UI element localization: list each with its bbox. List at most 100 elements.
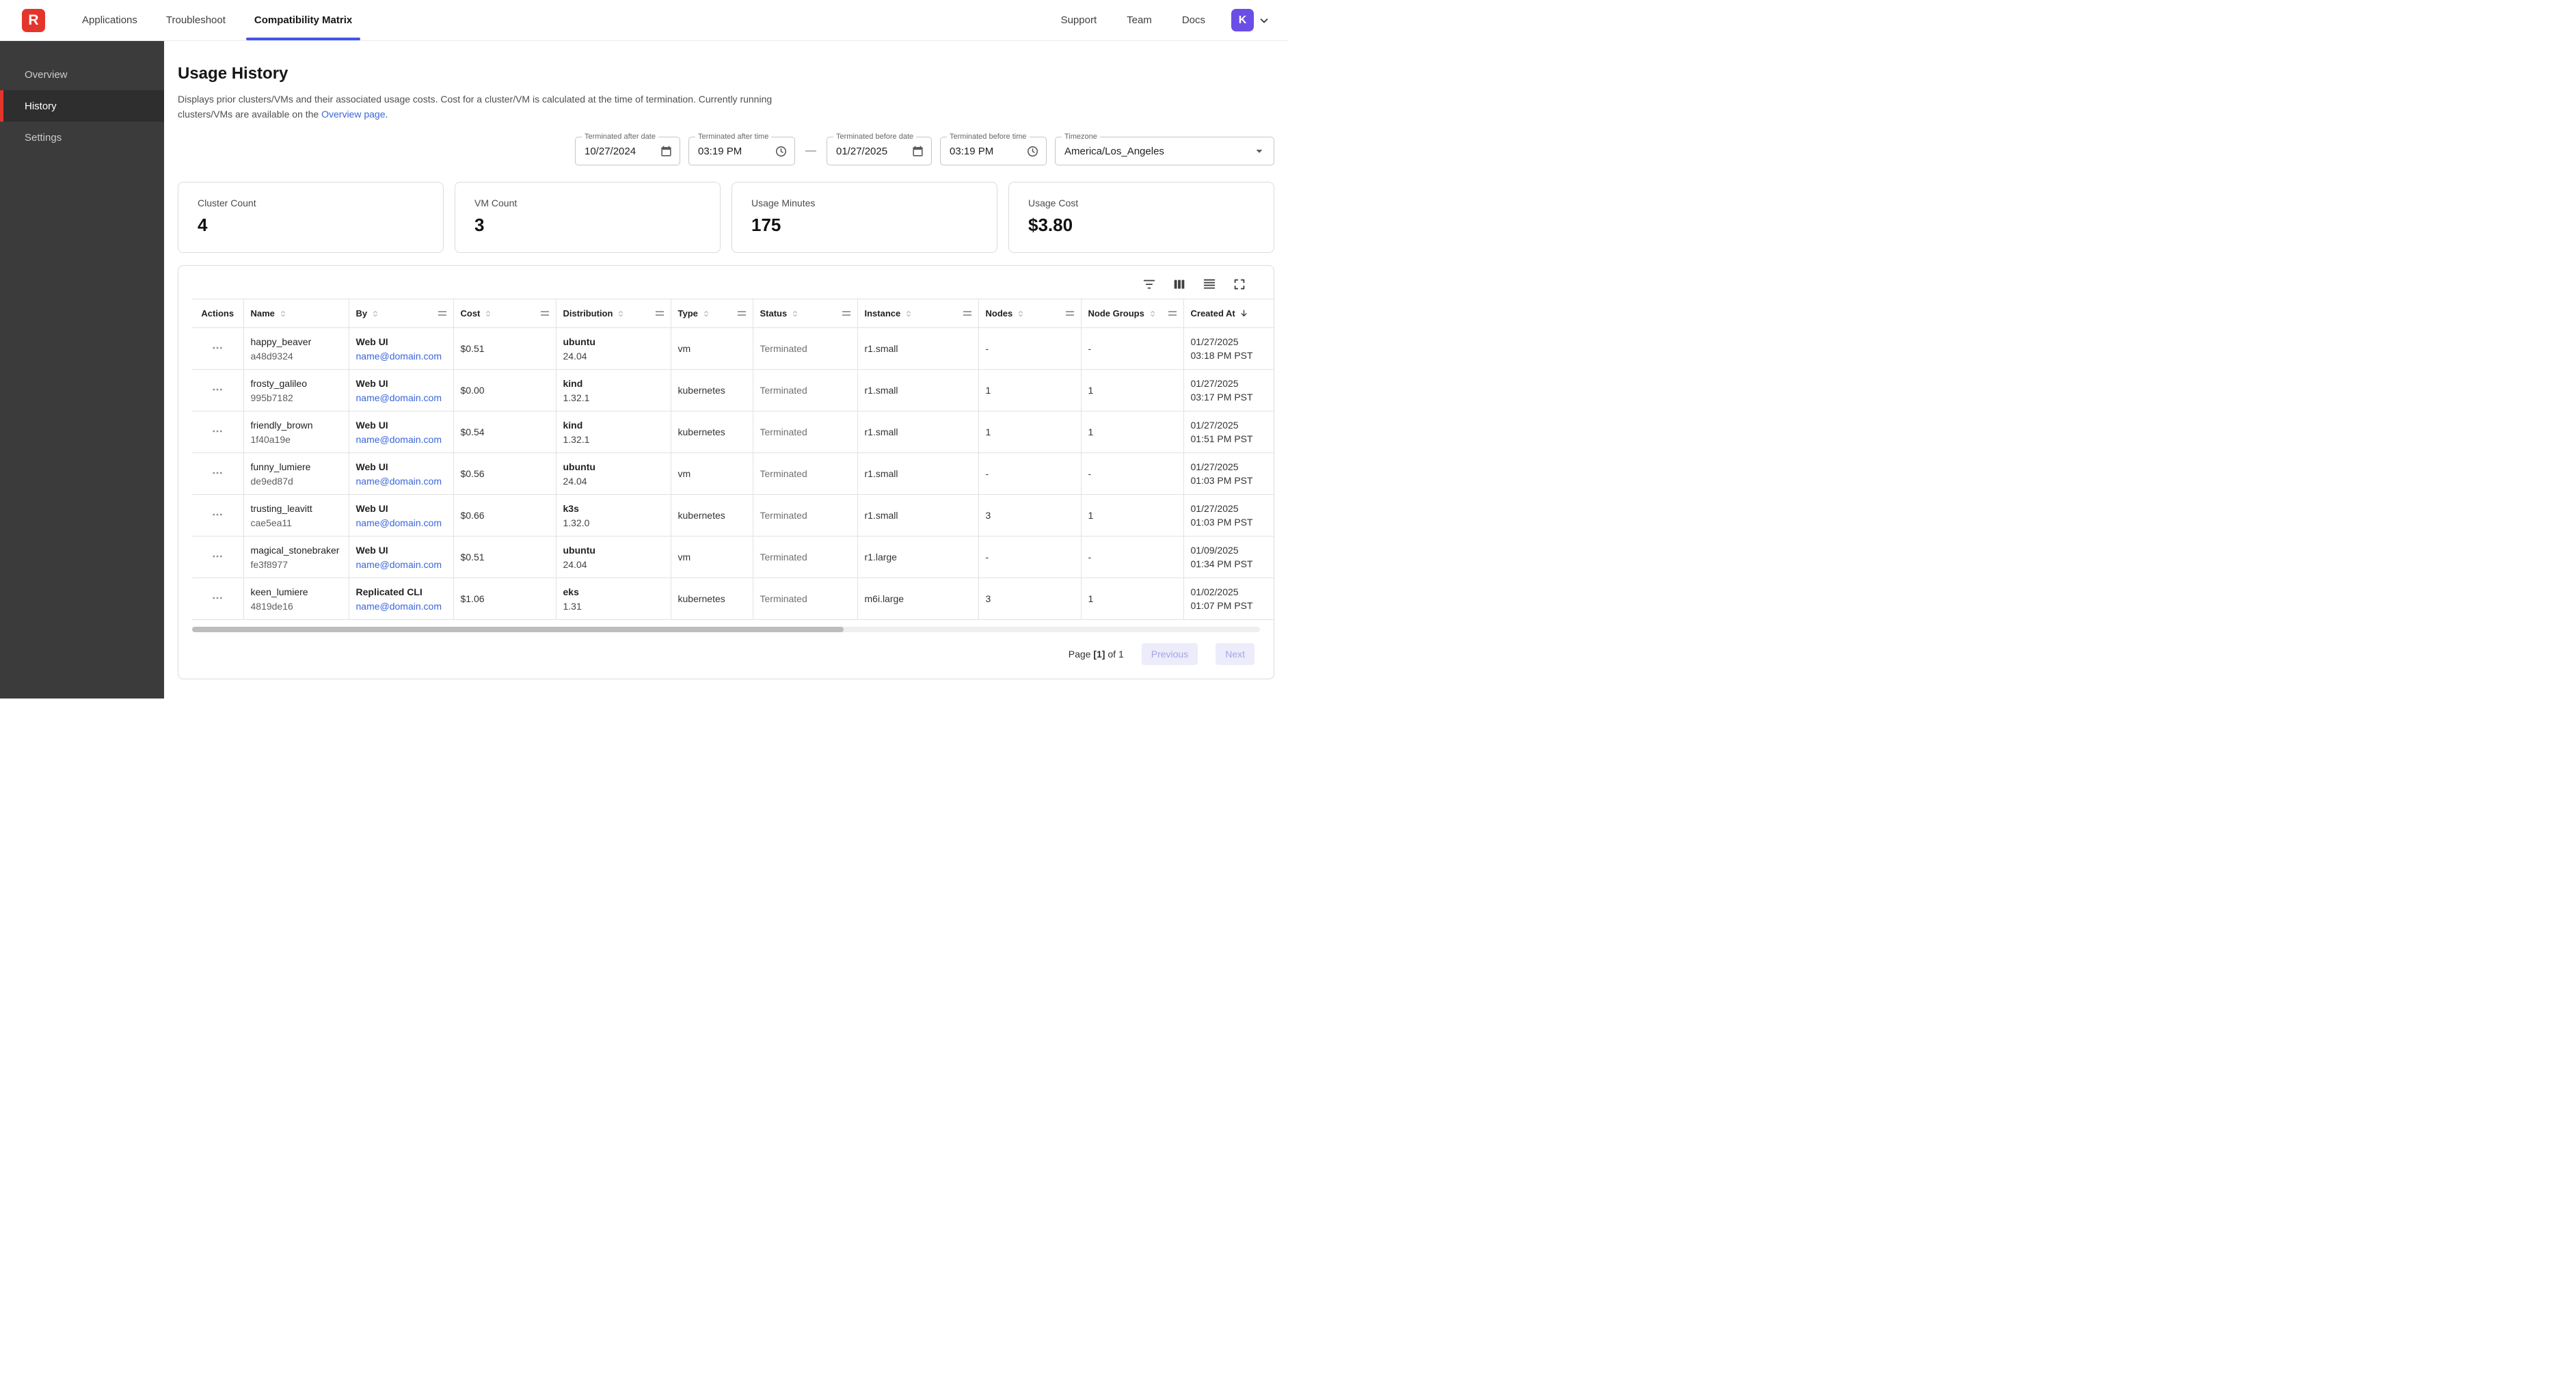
terminated-before-date-field[interactable]: Terminated before date — [827, 137, 932, 165]
email-link[interactable]: name@domain.com — [356, 558, 442, 571]
column-header-type[interactable]: Type — [671, 299, 753, 328]
nav-link-team[interactable]: Team — [1127, 14, 1152, 26]
sort-desc-icon[interactable] — [1239, 308, 1249, 318]
sort-icon[interactable] — [790, 309, 800, 318]
terminated-after-time-label: Terminated after time — [695, 133, 771, 141]
row-actions-button[interactable] — [209, 547, 226, 567]
sort-icon[interactable] — [371, 309, 380, 318]
nav-item-troubleshoot[interactable]: Troubleshoot — [166, 0, 226, 40]
column-menu-icon[interactable] — [1168, 311, 1177, 316]
actions-cell — [192, 495, 243, 537]
column-label: Nodes — [986, 308, 1013, 318]
timezone-select[interactable]: Timezone — [1055, 137, 1274, 165]
column-menu-icon[interactable] — [1066, 311, 1074, 316]
nav-item-applications[interactable]: Applications — [82, 0, 137, 40]
row-actions-button[interactable] — [209, 339, 226, 359]
email-link[interactable]: name@domain.com — [356, 599, 442, 613]
nav-link-docs[interactable]: Docs — [1182, 14, 1205, 26]
terminated-before-time-field[interactable]: Terminated before time — [940, 137, 1047, 165]
created-time: 01:03 PM PST — [1191, 474, 1274, 487]
cluster-name: friendly_brown — [251, 418, 342, 432]
column-header-by[interactable]: By — [349, 299, 453, 328]
sort-icon[interactable] — [701, 309, 711, 318]
column-header-node-groups[interactable]: Node Groups — [1081, 299, 1183, 328]
terminated-after-date-field[interactable]: Terminated after date — [575, 137, 680, 165]
sort-icon[interactable] — [1016, 309, 1025, 318]
terminated-after-date-input[interactable] — [585, 146, 656, 157]
row-actions-button[interactable] — [209, 464, 226, 484]
scrollbar-thumb[interactable] — [192, 627, 844, 632]
page-title: Usage History — [178, 64, 1274, 83]
column-menu-icon[interactable] — [738, 311, 746, 316]
caret-down-icon[interactable] — [1252, 144, 1267, 159]
stat-value: 175 — [751, 215, 978, 236]
sort-icon[interactable] — [483, 309, 493, 318]
cluster-id: a48d9324 — [251, 349, 342, 363]
column-menu-icon[interactable] — [438, 311, 446, 316]
terminated-before-date-input[interactable] — [836, 146, 907, 157]
column-header-status[interactable]: Status — [753, 299, 857, 328]
row-actions-button[interactable] — [209, 422, 226, 442]
sidebar-item-settings[interactable]: Settings — [0, 122, 164, 153]
email-link[interactable]: name@domain.com — [356, 433, 442, 446]
stat-label: Cluster Count — [198, 198, 424, 208]
email-link[interactable]: name@domain.com — [356, 516, 442, 530]
table-row: friendly_brown 1f40a19e Web UI name@doma… — [192, 411, 1274, 453]
column-header-distribution[interactable]: Distribution — [556, 299, 671, 328]
clock-icon[interactable] — [775, 145, 788, 158]
column-header-cost[interactable]: Cost — [453, 299, 556, 328]
column-menu-icon[interactable] — [963, 311, 971, 316]
fullscreen-button[interactable] — [1231, 277, 1248, 293]
primary-nav: Applications Troubleshoot Compatibility … — [82, 0, 352, 40]
columns-button[interactable] — [1171, 277, 1188, 293]
terminated-before-time-input[interactable] — [950, 146, 1022, 157]
email-link[interactable]: name@domain.com — [356, 349, 442, 363]
terminated-after-time-input[interactable] — [698, 146, 770, 157]
node-groups-cell: 1 — [1081, 411, 1183, 453]
horizontal-scrollbar[interactable] — [192, 627, 1260, 632]
row-actions-button[interactable] — [209, 506, 226, 526]
column-header-nodes[interactable]: Nodes — [978, 299, 1081, 328]
nodes-cell: 3 — [978, 495, 1081, 537]
email-link[interactable]: name@domain.com — [356, 391, 442, 405]
status-cell: Terminated — [753, 328, 857, 370]
date-range-separator: — — [803, 145, 818, 157]
replicated-logo[interactable]: R — [22, 9, 45, 32]
calendar-icon[interactable] — [660, 145, 673, 158]
previous-page-button[interactable]: Previous — [1142, 643, 1198, 665]
sidebar-item-overview[interactable]: Overview — [0, 59, 164, 90]
sort-icon[interactable] — [278, 309, 288, 318]
filter-button[interactable] — [1141, 277, 1157, 293]
email-link[interactable]: name@domain.com — [356, 474, 442, 488]
avatar-letter: K — [1239, 14, 1247, 27]
next-page-button[interactable]: Next — [1216, 643, 1255, 665]
type-value: vm — [678, 343, 691, 354]
account-menu[interactable]: K — [1231, 9, 1270, 31]
sidebar-item-history[interactable]: History — [0, 90, 164, 122]
calendar-icon[interactable] — [911, 145, 924, 158]
stat-card-cluster-count: Cluster Count 4 — [178, 182, 444, 253]
overview-page-link[interactable]: Overview page — [321, 109, 385, 120]
cost-cell: $0.51 — [453, 328, 556, 370]
timezone-input[interactable] — [1064, 146, 1248, 157]
column-header-name[interactable]: Name — [243, 299, 349, 328]
fullscreen-icon — [1232, 277, 1247, 294]
clock-icon[interactable] — [1026, 145, 1039, 158]
nav-item-compatibility-matrix[interactable]: Compatibility Matrix — [254, 0, 352, 40]
column-menu-icon[interactable] — [842, 311, 850, 316]
column-menu-icon[interactable] — [541, 311, 549, 316]
density-button[interactable] — [1201, 277, 1218, 293]
actions-cell — [192, 328, 243, 370]
instance-value: m6i.large — [865, 593, 904, 604]
sort-icon[interactable] — [616, 309, 626, 318]
terminated-after-time-field[interactable]: Terminated after time — [688, 137, 795, 165]
column-header-instance[interactable]: Instance — [857, 299, 978, 328]
row-actions-button[interactable] — [209, 381, 226, 401]
column-menu-icon[interactable] — [656, 311, 664, 316]
column-header-created-at[interactable]: Created At — [1183, 299, 1274, 328]
row-actions-button[interactable] — [209, 589, 226, 609]
page-suffix: of 1 — [1108, 649, 1123, 660]
nav-link-support[interactable]: Support — [1061, 14, 1097, 26]
sort-icon[interactable] — [904, 309, 913, 318]
sort-icon[interactable] — [1148, 309, 1157, 318]
